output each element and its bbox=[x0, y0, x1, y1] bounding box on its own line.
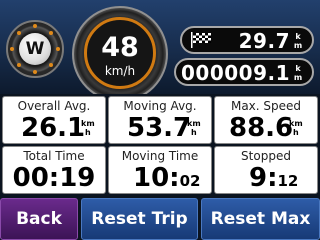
stat-overall-avg: Overall Avg. 26.1 km h bbox=[2, 96, 106, 144]
stat-max-speed: Max. Speed 88.6 km h bbox=[214, 96, 318, 144]
trip-stats-grid: Overall Avg. 26.1 km h Moving Avg. 53.7 k… bbox=[0, 94, 320, 196]
stat-label: Overall Avg. bbox=[17, 99, 91, 113]
speedometer: 48 km/h bbox=[84, 17, 156, 89]
stat-total-time: Total Time 00:19 bbox=[2, 146, 106, 194]
stat-label: Max. Speed bbox=[230, 99, 302, 113]
reset-max-button[interactable]: Reset Max bbox=[201, 198, 320, 240]
trip-computer-header: W 48 km/h 29.7 km 000009.1 k m bbox=[0, 0, 320, 102]
speed-unit: km/h bbox=[104, 64, 136, 78]
stat-value: 10:02 bbox=[133, 163, 201, 193]
stat-value: 26.1 bbox=[21, 113, 86, 143]
trip-odometer-value: 29.7 bbox=[238, 29, 290, 53]
stat-value: 53.7 bbox=[127, 113, 192, 143]
stat-unit: km h bbox=[81, 119, 95, 137]
stat-label: Stopped bbox=[241, 149, 291, 163]
stat-moving-avg: Moving Avg. 53.7 km h bbox=[108, 96, 212, 144]
stat-value: 9:12 bbox=[249, 163, 299, 193]
odometer-unit: km bbox=[293, 64, 303, 82]
reset-trip-button[interactable]: Reset Trip bbox=[81, 198, 198, 240]
stat-label: Moving Avg. bbox=[123, 99, 197, 113]
button-bar: Back Reset Trip Reset Max bbox=[0, 198, 320, 240]
checkered-flag-icon bbox=[191, 32, 211, 48]
stat-label: Total Time bbox=[23, 149, 85, 163]
compass-heading: W bbox=[19, 33, 51, 65]
back-button[interactable]: Back bbox=[0, 198, 78, 240]
trip-odometer-unit: km bbox=[293, 32, 303, 50]
stat-unit: km h bbox=[187, 119, 201, 137]
speed-value: 48 bbox=[101, 32, 139, 63]
odometer-value: 000009.1 bbox=[180, 61, 290, 85]
stat-moving-time: Moving Time 10:02 bbox=[108, 146, 212, 194]
stat-label: Moving Time bbox=[121, 149, 199, 163]
odometer: 000009.1 km bbox=[174, 58, 314, 86]
trip-odometer: 29.7 km bbox=[180, 26, 314, 54]
stat-value: 00:19 bbox=[12, 163, 96, 193]
stat-unit: km h bbox=[289, 119, 303, 137]
stat-value: 88.6 bbox=[229, 113, 294, 143]
stat-stopped: Stopped 9:12 bbox=[214, 146, 318, 194]
